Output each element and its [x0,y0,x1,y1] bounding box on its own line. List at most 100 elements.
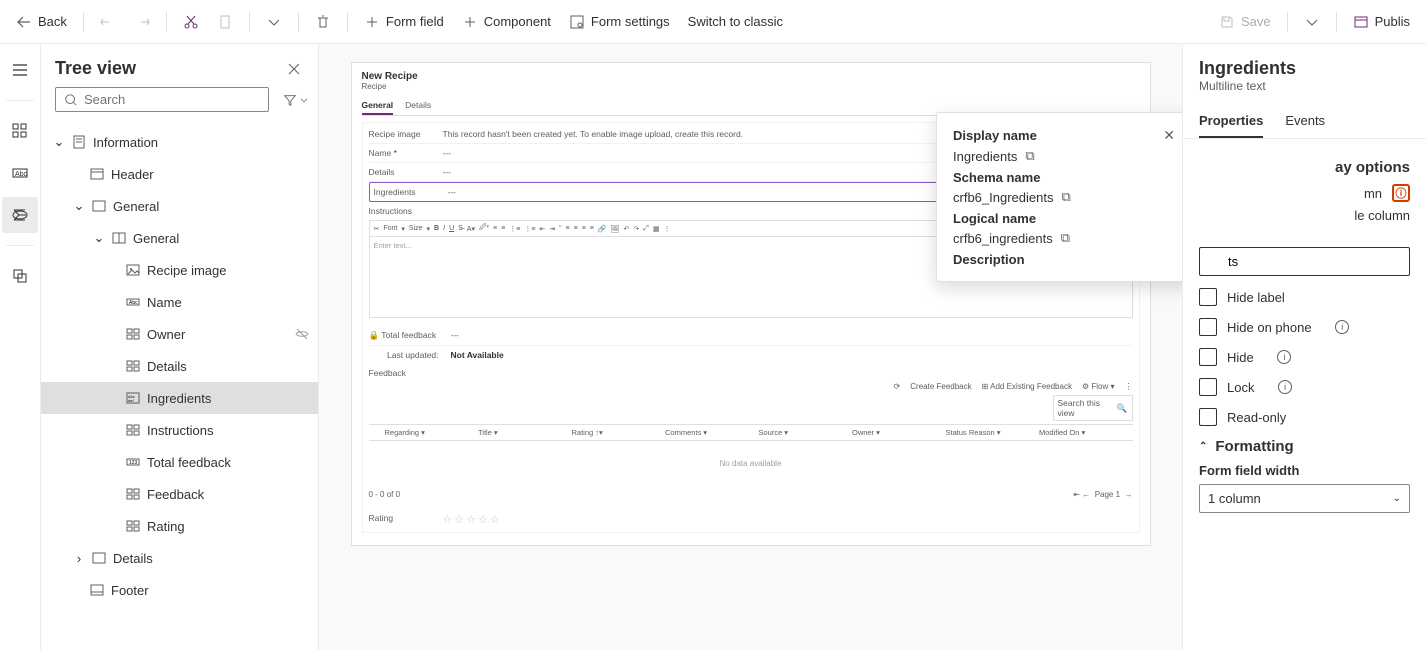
switch-classic-button[interactable]: Switch to classic [680,8,791,35]
rail-menu[interactable] [2,52,38,88]
tree-title: Tree view [55,58,136,79]
info-icon[interactable]: ⓘ [1392,184,1410,202]
grid-flow[interactable]: ⚙ Flow ▾ [1082,382,1115,391]
chk-lock[interactable]: Lock i [1199,378,1410,396]
tree-item-total-feedback[interactable]: 123Total feedback [41,446,318,478]
publish-icon [1353,14,1369,30]
field-rating[interactable]: Rating ☆☆☆☆☆ [369,509,1133,530]
grid-refresh[interactable]: ⟳ [894,382,901,391]
chk-read-only[interactable]: Read-only [1199,408,1410,426]
tree-item-feedback[interactable]: Feedback [41,478,318,510]
star-rating[interactable]: ☆☆☆☆☆ [443,513,502,526]
grid-empty: No data available [369,441,1133,486]
publish-button[interactable]: Publis [1345,8,1418,36]
grid-footer: 0 - 0 of 0 ⇤ ← Page 1 → [369,486,1133,503]
rp-table-column: le column [1199,208,1410,223]
col-rating[interactable]: Rating ↑▾ [572,428,666,437]
feedback-grid-toolbar: ⟳ Create Feedback ⊞ Add Existing Feedbac… [369,378,1133,395]
rail-libraries[interactable] [2,258,38,294]
info-icon[interactable]: i [1278,380,1292,394]
delete-icon [315,14,331,30]
pop-display-name: Ingredients [953,149,1017,164]
cut-button[interactable] [175,8,207,36]
arrow-left-icon [16,14,32,30]
tree-search-input[interactable] [84,92,260,107]
canvas-tab-general[interactable]: General [362,97,394,115]
redo-button[interactable] [126,8,158,36]
more-chevron[interactable] [258,8,290,36]
copy-icon[interactable]: ⧉ [1061,189,1070,205]
tree-item-instructions[interactable]: Instructions [41,414,318,446]
grid-header: Regarding ▾ Title ▾ Rating ↑▾ Comments ▾… [369,424,1133,441]
tab-icon [91,550,107,566]
tree-item-details[interactable]: Details [41,350,318,382]
col-owner[interactable]: Owner ▾ [852,428,946,437]
col-comments[interactable]: Comments ▾ [665,428,759,437]
form-settings-button[interactable]: Form settings [561,8,678,36]
tree-item-name[interactable]: AbcName [41,286,318,318]
undo-button[interactable] [92,8,124,36]
number-icon: 123 [125,454,141,470]
info-icon[interactable]: i [1277,350,1291,364]
grid-search[interactable]: Search this view🔍 [1053,395,1133,421]
toolbar: Back Form field Component Form settings … [0,0,1426,44]
tree-item-recipe-image[interactable]: Recipe image [41,254,318,286]
canvas-wrap: New Recipe Recipe General Details Recipe… [319,44,1182,650]
tree-item-header[interactable]: Header [41,158,318,190]
rp-title: Ingredients [1199,58,1410,79]
tree-item-owner[interactable]: Owner [41,318,318,350]
chk-hide[interactable]: Hide i [1199,348,1410,366]
tree-item-footer[interactable]: Footer [41,574,318,606]
tree-close[interactable] [284,59,304,79]
back-button[interactable]: Back [8,8,75,36]
back-label: Back [38,14,67,29]
component-button[interactable]: Component [454,8,559,36]
pop-close[interactable]: ✕ [1163,127,1175,144]
chk-hide-label[interactable]: Hide label [1199,288,1410,306]
undo-icon [100,14,116,30]
col-regarding[interactable]: Regarding ▾ [385,428,479,437]
grid-add-existing[interactable]: ⊞ Add Existing Feedback [982,382,1072,391]
tree-item-information[interactable]: ⌄Information [41,126,318,158]
form-subtitle: Recipe [362,82,1140,91]
rp-tab-properties[interactable]: Properties [1199,105,1263,138]
col-source[interactable]: Source ▾ [759,428,853,437]
field-last-updated: Last updated:Not Available [369,346,1133,364]
info-icon[interactable]: i [1335,320,1349,334]
chevron-down-icon [1304,14,1320,30]
tree-search[interactable] [55,87,269,112]
copy-icon[interactable]: ⧉ [1061,230,1070,246]
copy-icon[interactable]: ⧉ [1025,148,1034,164]
grid-create[interactable]: Create Feedback [910,382,971,391]
save-chevron[interactable] [1296,8,1328,36]
tree-item-ingredients[interactable]: AbcdefIngredients [41,382,318,414]
grid-icon [125,518,141,534]
search-icon [64,93,78,107]
form-field-width-select[interactable]: 1 column ⌄ [1199,484,1410,513]
field-total-feedback[interactable]: 🔒 Total feedback--- [369,326,1133,346]
tree-item-rating[interactable]: Rating [41,510,318,542]
label-input[interactable] [1199,247,1410,276]
feedback-label: Feedback [369,368,1133,378]
rail-components[interactable] [2,113,38,149]
save-button[interactable]: Save [1211,8,1279,36]
form-field-button[interactable]: Form field [356,8,452,36]
chk-hide-on-phone[interactable]: Hide on phone i [1199,318,1410,336]
tree-item-general-section[interactable]: ⌄General [41,222,318,254]
chevron-up-icon[interactable]: ⌃ [1199,441,1207,452]
paste-button[interactable] [209,8,241,36]
cut-icon [183,14,199,30]
tree-item-general-tab[interactable]: ⌄General [41,190,318,222]
text-icon: Abc [11,164,29,182]
grid-more[interactable]: ⋮ [1125,382,1133,391]
col-title[interactable]: Title ▾ [478,428,572,437]
tree-item-details-tab[interactable]: ›Details [41,542,318,574]
col-status-reason[interactable]: Status Reason ▾ [946,428,1040,437]
delete-button[interactable] [307,8,339,36]
tree-filter[interactable] [277,89,315,111]
rail-text[interactable]: Abc [2,155,38,191]
rail-tree[interactable] [2,197,38,233]
rp-tab-events[interactable]: Events [1285,105,1325,138]
canvas-tab-details[interactable]: Details [405,97,431,115]
col-modified-on[interactable]: Modified On ▾ [1039,428,1133,437]
